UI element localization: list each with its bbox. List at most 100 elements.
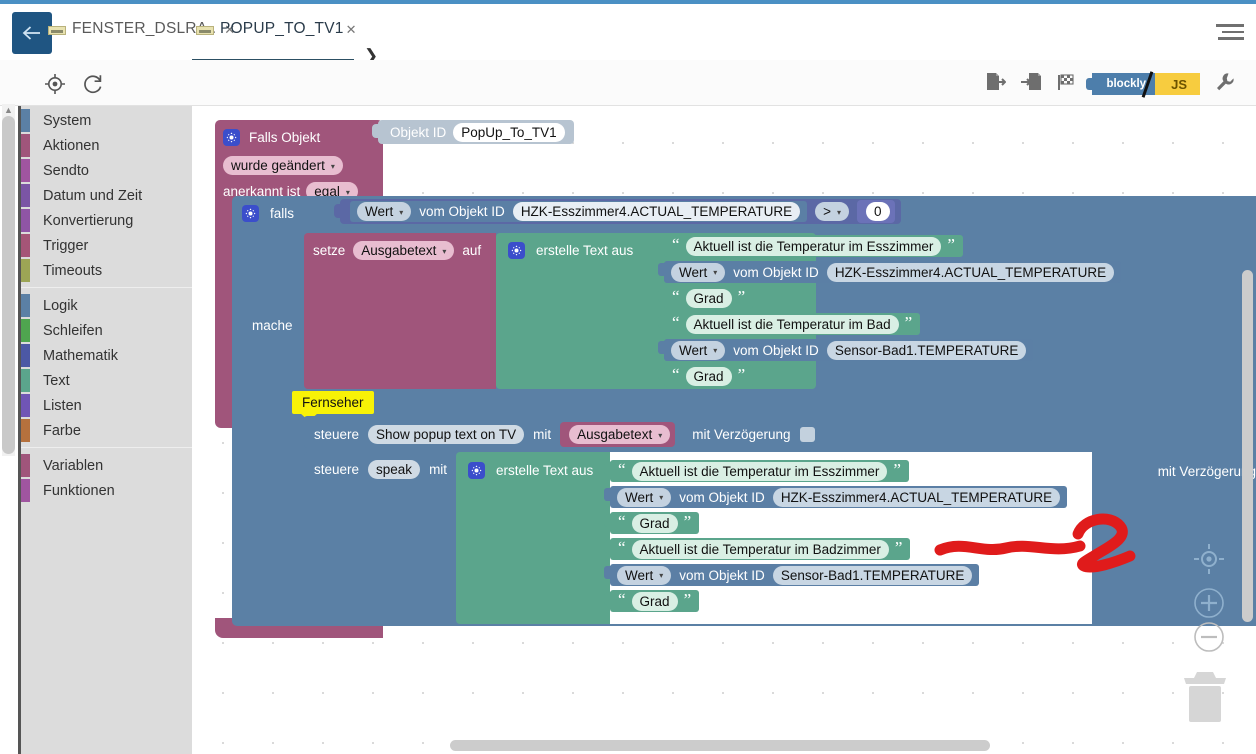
sidebar-item-konvertierung[interactable]: Konvertierung [21, 208, 192, 233]
value-kind-dropdown[interactable]: Wert [671, 340, 726, 360]
block-text-string[interactable]: “ Aktuell ist die Temperatur im Bad ” [664, 313, 921, 335]
block-text-string[interactable]: “ Aktuell ist die Temperatur im Badzimme… [610, 537, 911, 560]
tab-popup-to-tv1[interactable]: POPUP_TO_TV1 ✕ [196, 10, 356, 58]
gear-icon[interactable] [223, 129, 240, 146]
category-color-swatch [21, 259, 30, 282]
sidebar-item-mathematik[interactable]: Mathematik [21, 343, 192, 368]
sidebar-item-logik[interactable]: Logik [21, 293, 192, 318]
variable-dropdown[interactable]: Ausgabetext [569, 425, 671, 444]
value-kind-dropdown[interactable]: Wert [617, 565, 672, 585]
sidebar-item-trigger[interactable]: Trigger [21, 233, 192, 258]
delay-input-socket[interactable] [799, 427, 815, 442]
crosshair-target-icon[interactable] [44, 73, 66, 100]
sidebar-item-funktionen[interactable]: Funktionen [21, 478, 192, 503]
block-get-object-value[interactable]: Wert vom Objekt ID HZK-Esszimmer4.ACTUAL… [664, 261, 1122, 283]
objid-value-field[interactable]: PopUp_To_TV1 [453, 122, 565, 142]
gear-icon[interactable] [468, 462, 485, 479]
wrench-settings-icon[interactable] [1214, 71, 1236, 98]
block-control-show-popup[interactable]: steuere Show popup text on TV mit Ausgab… [304, 416, 1256, 448]
sidebar-item-label: Logik [43, 297, 78, 314]
page-vertical-scrollbar[interactable] [2, 116, 15, 454]
script-file-icon [48, 26, 66, 35]
text-value-field[interactable]: Grad [631, 591, 678, 611]
block-variable-get[interactable]: Ausgabetext [560, 422, 676, 447]
sidebar-item-farbe[interactable]: Farbe [21, 418, 192, 443]
block-text-string[interactable]: “ Aktuell ist die Temperatur im Esszimme… [664, 235, 963, 257]
text-value-field[interactable]: Aktuell ist die Temperatur im Esszimmer [631, 461, 888, 481]
text-value-field[interactable]: Aktuell ist die Temperatur im Badzimmer [631, 539, 889, 559]
zoom-out-icon[interactable] [1192, 620, 1226, 659]
control-target-field[interactable]: speak [368, 460, 421, 479]
sidebar-item-text[interactable]: Text [21, 368, 192, 393]
text-value-field[interactable]: Grad [685, 366, 732, 386]
trash-icon[interactable] [1178, 666, 1232, 733]
value-kind-dropdown[interactable]: Wert [617, 487, 672, 507]
block-get-object-value[interactable]: Wert vom Objekt ID Sensor-Bad1.TEMPERATU… [610, 564, 980, 586]
trigger-mode-dropdown[interactable]: wurde geändert [223, 156, 343, 175]
open-quote-icon: “ [618, 511, 626, 531]
variable-dropdown[interactable]: Ausgabetext [353, 241, 455, 260]
block-number[interactable]: 0 [857, 200, 895, 223]
sidebar-item-listen[interactable]: Listen [21, 393, 192, 418]
block-get-object-value[interactable]: Wert vom Objekt ID HZK-Esszimmer4.ACTUAL… [350, 201, 808, 222]
delay-label: mit Verzögerung [692, 427, 791, 442]
with-label: mit [429, 462, 448, 477]
text-value-field[interactable]: Grad [631, 513, 678, 533]
block-text-string[interactable]: “ Aktuell ist die Temperatur im Esszimme… [610, 460, 909, 482]
sidebar-item-aktionen[interactable]: Aktionen [21, 133, 192, 158]
block-text-string[interactable]: “ Grad ” [610, 511, 700, 534]
from-object-label: vom Objekt ID [733, 264, 819, 280]
blockly-js-toggle[interactable]: blockly JS [1086, 71, 1200, 98]
block-text-string[interactable]: “ Grad ” [610, 590, 700, 612]
block-text-string[interactable]: “ Grad ” [664, 287, 754, 309]
hamburger-menu-icon[interactable] [1216, 24, 1244, 42]
category-color-swatch [21, 159, 30, 182]
sidebar-item-sendto[interactable]: Sendto [21, 158, 192, 183]
number-field[interactable]: 0 [866, 202, 890, 221]
object-id-field[interactable]: HZK-Esszimmer4.ACTUAL_TEMPERATURE [772, 487, 1061, 507]
block-set-variable[interactable]: setze Ausgabetext auf [304, 233, 496, 389]
reload-icon[interactable] [82, 73, 104, 100]
gear-icon[interactable] [508, 242, 525, 259]
close-quote-icon: ” [737, 364, 746, 384]
center-workspace-icon[interactable] [1192, 542, 1226, 581]
value-kind-dropdown[interactable]: Wert [357, 202, 412, 221]
sidebar-item-schleifen[interactable]: Schleifen [21, 318, 192, 343]
object-id-field[interactable]: HZK-Esszimmer4.ACTUAL_TEMPERATURE [826, 262, 1115, 282]
text-value-field[interactable]: Aktuell ist die Temperatur im Esszimmer [685, 236, 942, 256]
sidebar-item-system[interactable]: System [21, 108, 192, 133]
value-kind-dropdown[interactable]: Wert [671, 262, 726, 282]
gear-icon[interactable] [242, 205, 259, 222]
block-create-text-2[interactable]: erstelle Text aus [456, 452, 614, 624]
tab-bar: FENSTER_DSLRA.. ✕ POPUP_TO_TV1 ✕ ❯ [0, 4, 1256, 65]
checkered-flag-icon[interactable] [1056, 71, 1078, 98]
blockly-toolbox[interactable]: System Aktionen Sendto Datum und Zeit Ko… [18, 106, 192, 754]
open-quote-icon: “ [618, 537, 626, 557]
sidebar-item-variablen[interactable]: Variablen [21, 453, 192, 478]
text-value-field[interactable]: Aktuell ist die Temperatur im Bad [685, 314, 899, 334]
operator-dropdown[interactable]: > [815, 202, 849, 221]
import-blocks-icon[interactable] [1020, 71, 1042, 98]
js-mode-label[interactable]: JS [1155, 73, 1200, 95]
editor-toolbar: blockly JS [0, 60, 1256, 106]
block-comparison[interactable]: Wert vom Objekt ID HZK-Esszimmer4.ACTUAL… [340, 199, 901, 224]
export-blocks-icon[interactable] [984, 71, 1007, 98]
text-value-field[interactable]: Grad [685, 288, 732, 308]
control-target-field[interactable]: Show popup text on TV [368, 425, 525, 444]
blockly-workspace[interactable]: Falls Objekt wurde geändert anerkannt is… [192, 106, 1256, 754]
object-id-field[interactable]: Sensor-Bad1.TEMPERATURE [772, 565, 973, 585]
object-id-field[interactable]: HZK-Esszimmer4.ACTUAL_TEMPERATURE [512, 202, 801, 221]
block-get-object-value[interactable]: Wert vom Objekt ID Sensor-Bad1.TEMPERATU… [664, 339, 1034, 361]
block-object-id[interactable]: Objekt ID PopUp_To_TV1 [378, 120, 574, 144]
workspace-vertical-scrollbar[interactable] [1242, 270, 1253, 622]
back-button[interactable] [12, 12, 52, 54]
block-get-object-value[interactable]: Wert vom Objekt ID HZK-Esszimmer4.ACTUAL… [610, 486, 1068, 508]
workspace-horizontal-scrollbar[interactable] [450, 740, 990, 751]
block-text-string[interactable]: “ Grad ” [664, 364, 754, 387]
object-id-field[interactable]: Sensor-Bad1.TEMPERATURE [826, 340, 1027, 360]
sidebar-item-datum-und-zeit[interactable]: Datum und Zeit [21, 183, 192, 208]
control-label: steuere [314, 427, 360, 442]
comment-label-fernseher[interactable]: Fernseher [292, 391, 374, 414]
tab-close-icon[interactable]: ✕ [346, 22, 357, 38]
sidebar-item-timeouts[interactable]: Timeouts [21, 258, 192, 283]
